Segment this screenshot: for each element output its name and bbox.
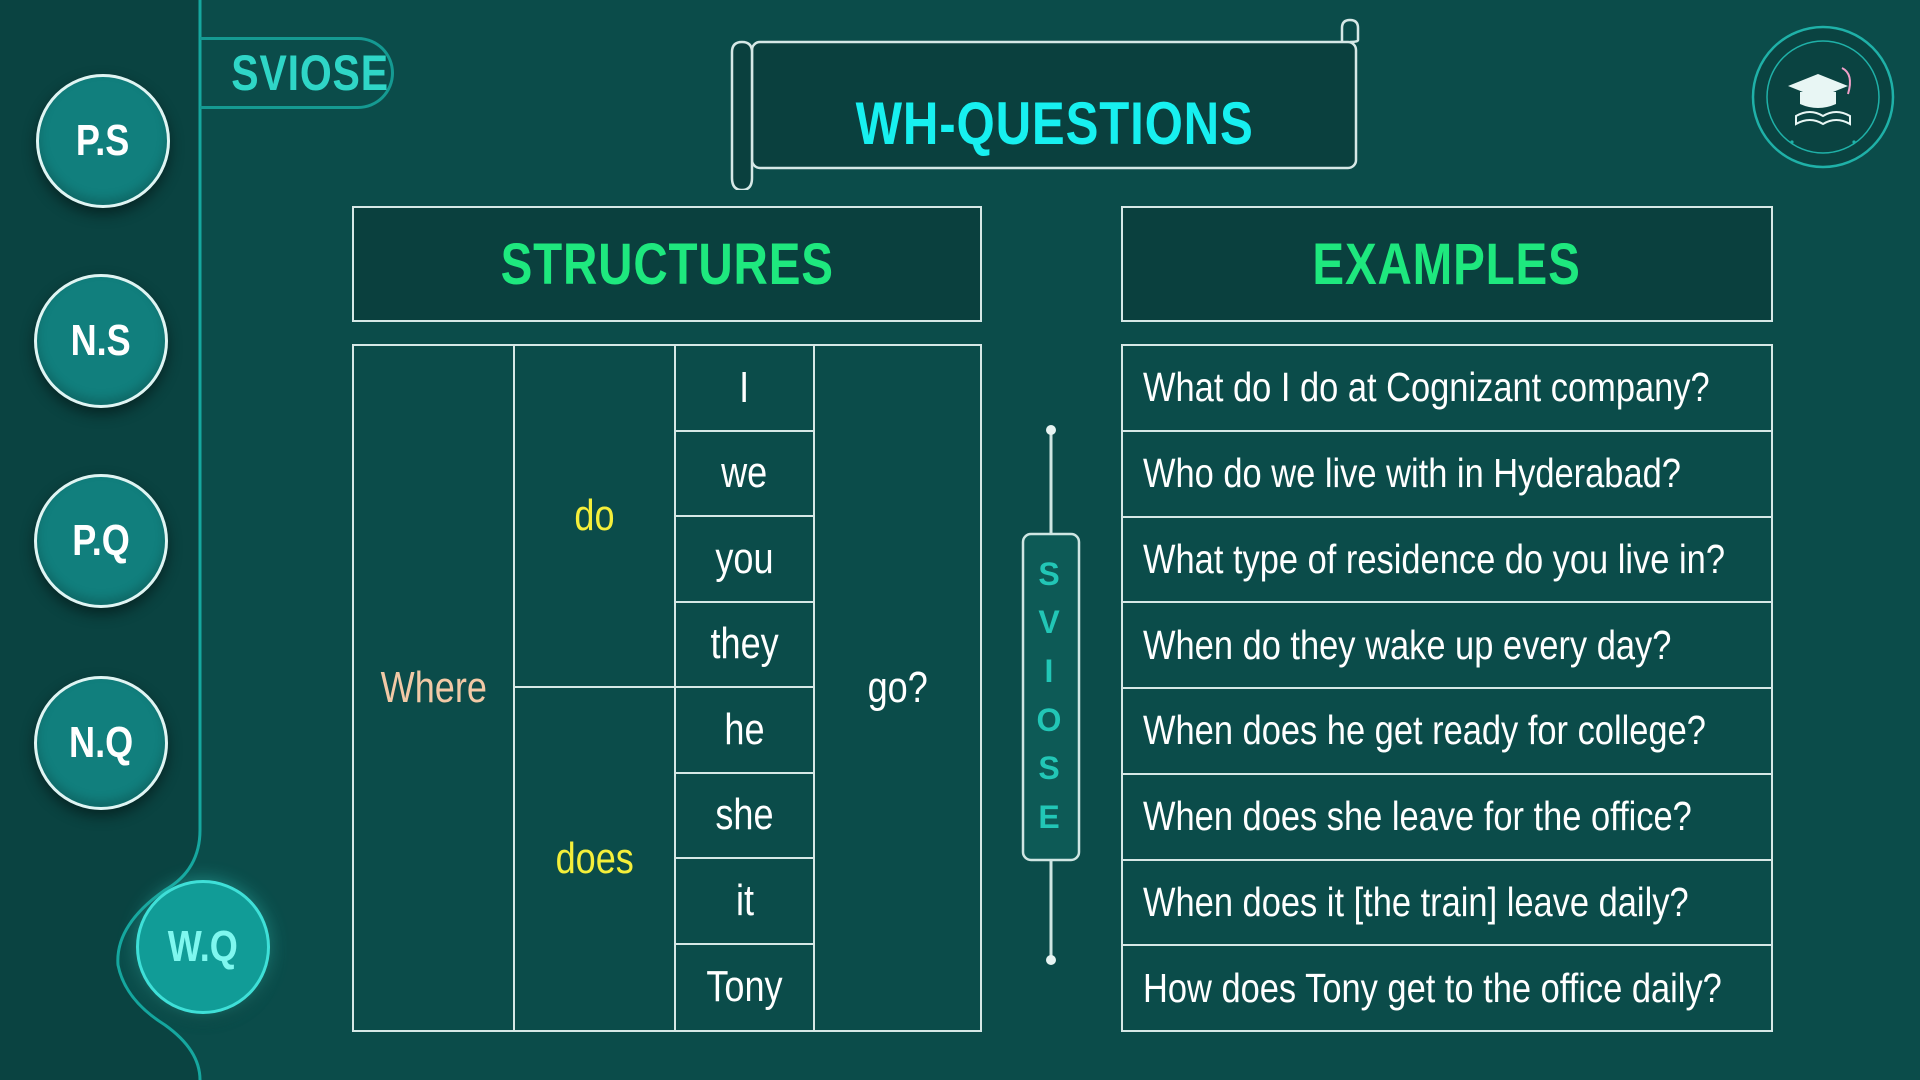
subject: Tony xyxy=(706,962,783,1012)
example-row: When does it [the train] leave daily? xyxy=(1123,861,1771,947)
divider-letter: S xyxy=(1038,750,1060,787)
example-row: How does Tony get to the office daily? xyxy=(1123,946,1771,1030)
subject-cell: we xyxy=(676,431,815,517)
divider-letter: E xyxy=(1038,799,1060,836)
aux-do-cell: do xyxy=(515,346,676,688)
examples-heading: EXAMPLES xyxy=(1312,231,1582,297)
divider-letter: O xyxy=(1036,701,1062,738)
example-row: What type of residence do you live in? xyxy=(1123,518,1771,604)
subject-cell: she xyxy=(676,773,815,859)
divider-letter: I xyxy=(1044,653,1054,690)
nav-label: N.Q xyxy=(68,718,134,767)
example-text: What type of residence do you live in? xyxy=(1143,535,1725,582)
wh-word-cell: Where xyxy=(354,346,515,1030)
subject-cell: Tony xyxy=(676,944,815,1030)
subject-cell: it xyxy=(676,859,815,945)
example-text: When does it [the train] leave daily? xyxy=(1143,878,1689,925)
subject: we xyxy=(721,448,768,498)
nav-positive-question[interactable]: P.Q xyxy=(34,474,168,608)
nav-negative-simple[interactable]: N.S xyxy=(34,274,168,408)
nav-negative-question[interactable]: N.Q xyxy=(34,676,168,810)
example-row: What do I do at Cognizant company? xyxy=(1123,346,1771,432)
structure-table: Where do does I we you they he she it To… xyxy=(352,344,982,1032)
page-title: WH-QUESTIONS xyxy=(856,89,1254,157)
nav-label: P.Q xyxy=(72,516,130,565)
nav-present-simple[interactable]: P.S xyxy=(36,74,170,208)
subject-cell: I xyxy=(676,346,815,432)
subject: he xyxy=(724,704,765,754)
nav-label: P.S xyxy=(76,116,130,165)
example-row: When does he get ready for college? xyxy=(1123,689,1771,775)
aux-does-cell: does xyxy=(515,688,676,1030)
divider-label: S V I O S E xyxy=(1022,536,1076,856)
nav-label: W.Q xyxy=(167,922,239,971)
subject: she xyxy=(715,790,774,840)
wh-word: Where xyxy=(380,663,487,712)
structures-header: STRUCTURES xyxy=(352,206,982,322)
verb: go? xyxy=(867,663,928,712)
nav-wh-question[interactable]: W.Q xyxy=(136,880,270,1014)
example-row: When do they wake up every day? xyxy=(1123,603,1771,689)
divider-letter: V xyxy=(1038,604,1060,641)
aux-do: do xyxy=(574,491,615,540)
brand-tab: SVIOSE xyxy=(200,37,394,109)
subject: you xyxy=(715,533,774,583)
subject: I xyxy=(739,362,750,412)
subject: it xyxy=(735,875,754,925)
examples-header: EXAMPLES xyxy=(1121,206,1773,322)
divider-letter: S xyxy=(1038,555,1060,592)
example-text: When does she leave for the office? xyxy=(1143,793,1692,840)
example-row: Who do we live with in Hyderabad? xyxy=(1123,432,1771,518)
subject-cell: they xyxy=(676,602,815,688)
example-row: When does she leave for the office? xyxy=(1123,775,1771,861)
brand-name: SVIOSE xyxy=(231,45,389,101)
subject-cell: you xyxy=(676,517,815,603)
example-text: Who do we live with in Hyderabad? xyxy=(1143,450,1681,497)
example-text: What do I do at Cognizant company? xyxy=(1143,364,1710,411)
structures-heading: STRUCTURES xyxy=(500,231,834,297)
example-text: How does Tony get to the office daily? xyxy=(1143,964,1722,1011)
verb-cell: go? xyxy=(815,346,980,1030)
subject: they xyxy=(710,619,779,669)
nav-label: N.S xyxy=(70,316,132,365)
school-logo xyxy=(1751,25,1895,169)
examples-list: What do I do at Cognizant company? Who d… xyxy=(1121,344,1773,1032)
example-text: When does he get ready for college? xyxy=(1143,707,1706,754)
subject-cell: he xyxy=(676,688,815,774)
aux-does: does xyxy=(555,834,634,883)
example-text: When do they wake up every day? xyxy=(1143,621,1672,668)
title-banner: WH-QUESTIONS xyxy=(730,18,1362,190)
